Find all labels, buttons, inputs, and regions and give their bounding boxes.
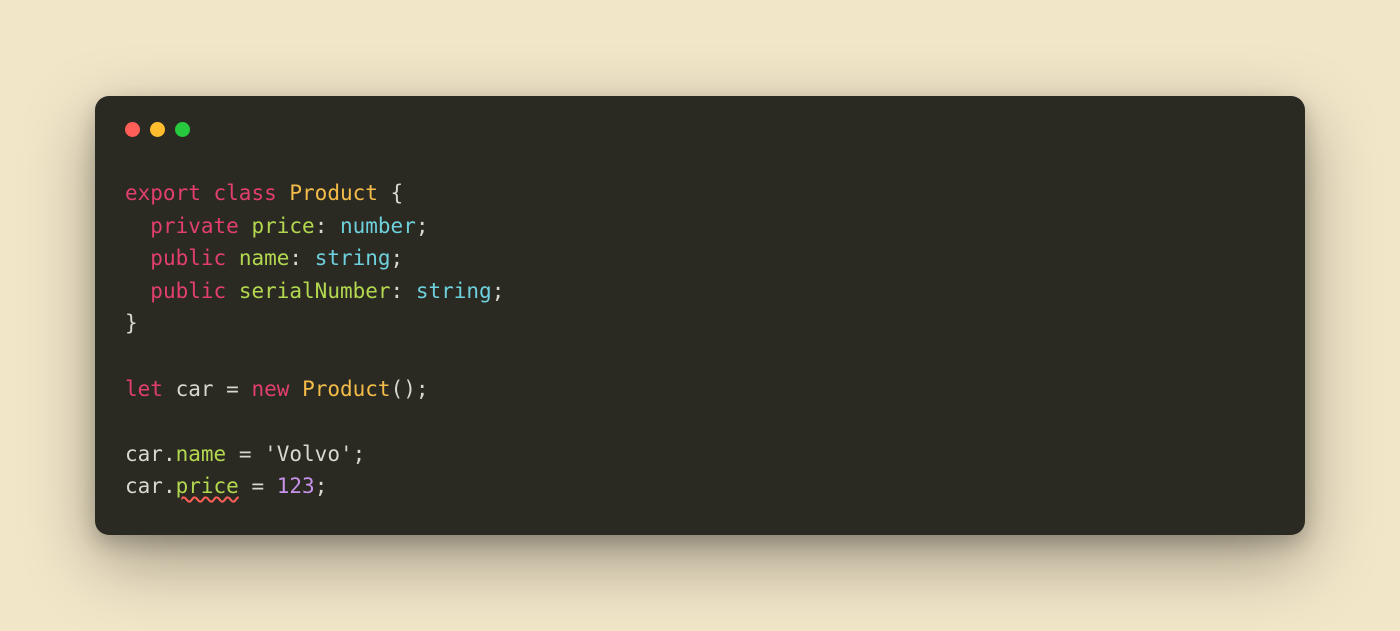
code-line: export class Product {: [125, 181, 403, 205]
minimize-icon[interactable]: [150, 122, 165, 137]
string-literal: 'Volvo': [264, 442, 353, 466]
type-string: string: [416, 279, 492, 303]
keyword-public: public: [150, 246, 226, 270]
error-squiggle-icon: price: [176, 474, 239, 498]
window-controls: [125, 122, 1275, 137]
keyword-let: let: [125, 377, 163, 401]
variable-car: car: [176, 377, 214, 401]
keyword-export: export: [125, 181, 201, 205]
brace: {: [378, 181, 403, 205]
type-string: string: [315, 246, 391, 270]
keyword-public: public: [150, 279, 226, 303]
code-line: public name: string;: [125, 246, 403, 270]
code-line: let car = new Product();: [125, 377, 429, 401]
close-icon[interactable]: [125, 122, 140, 137]
code-window: export class Product { private price: nu…: [95, 96, 1305, 534]
class-name: Product: [302, 377, 391, 401]
member-name: name: [176, 442, 227, 466]
class-name: Product: [289, 181, 378, 205]
maximize-icon[interactable]: [175, 122, 190, 137]
brace: }: [125, 311, 138, 335]
code-line: private price: number;: [125, 214, 429, 238]
number-literal: 123: [277, 474, 315, 498]
code-editor: export class Product { private price: nu…: [125, 177, 1275, 502]
keyword-class: class: [214, 181, 277, 205]
member-serialnumber: serialNumber: [239, 279, 391, 303]
variable-car: car: [125, 442, 163, 466]
keyword-new: new: [251, 377, 289, 401]
type-number: number: [340, 214, 416, 238]
variable-car: car: [125, 474, 163, 498]
code-line: car.price = 123;: [125, 474, 327, 498]
keyword-private: private: [150, 214, 239, 238]
member-price: price: [251, 214, 314, 238]
code-line: }: [125, 311, 138, 335]
code-line: car.name = 'Volvo';: [125, 442, 365, 466]
code-line: public serialNumber: string;: [125, 279, 504, 303]
member-name: name: [239, 246, 290, 270]
